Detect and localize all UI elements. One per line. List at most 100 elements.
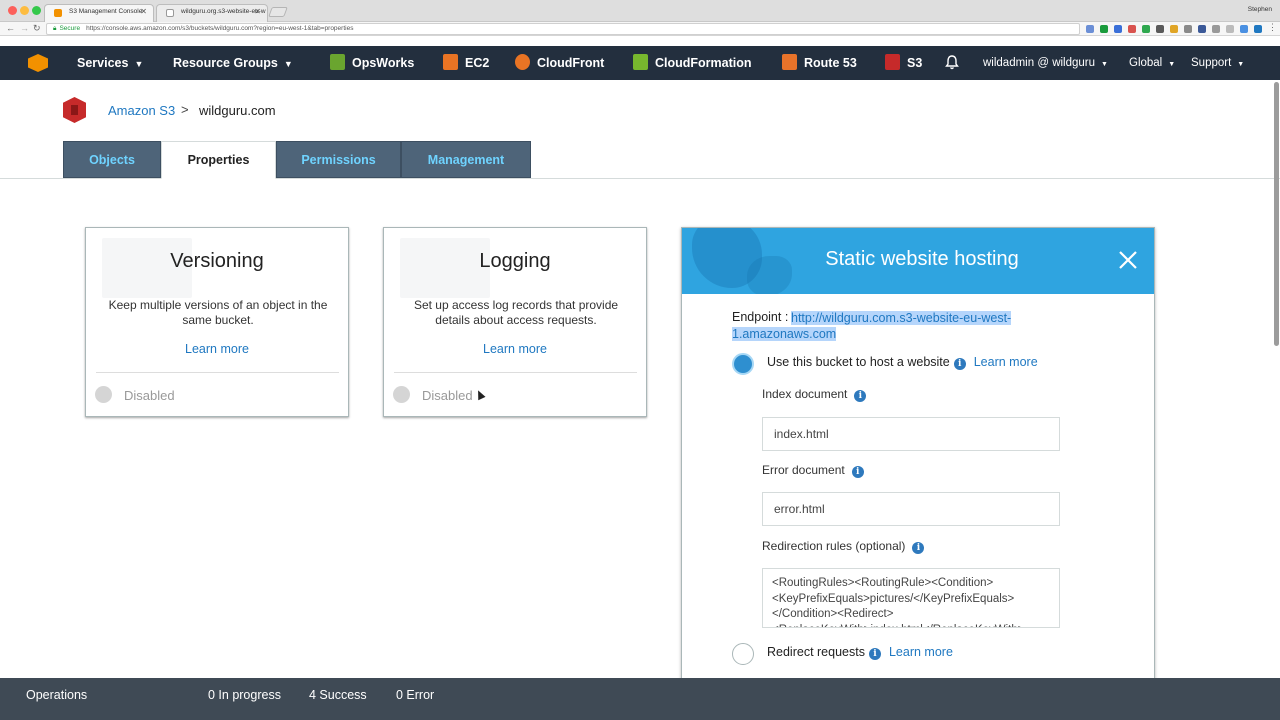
extension-icon[interactable] (1170, 25, 1178, 33)
aws-favicon-icon (54, 9, 62, 17)
logging-description: Set up access log records that provide d… (413, 298, 619, 327)
operations-in-progress: 0 In progress (208, 688, 281, 702)
ec2-shortcut[interactable]: EC2 (443, 46, 489, 80)
index-document-input[interactable] (762, 417, 1060, 451)
forward-arrow-icon[interactable]: → (20, 23, 29, 33)
extension-icon[interactable] (1142, 25, 1150, 33)
endpoint-link[interactable]: http://wildguru.com.s3-website-eu-west-1… (732, 310, 1032, 342)
bell-icon[interactable] (945, 55, 959, 70)
browser-menu-icon[interactable]: ⋮ (1268, 22, 1277, 33)
route53-shortcut[interactable]: Route 53 (782, 46, 857, 80)
logging-card[interactable]: Logging Set up access log records that p… (383, 227, 647, 417)
s3-shortcut[interactable]: S3 (885, 46, 922, 80)
status-dot-icon (95, 386, 112, 403)
tab-management[interactable]: Management (401, 141, 531, 178)
browser-tab-website[interactable]: wildguru.org.s3-website-eu-w ✕ (156, 4, 268, 22)
info-icon[interactable]: i (868, 648, 881, 660)
reload-icon[interactable]: ↻ (33, 23, 41, 34)
extension-icon[interactable] (1198, 25, 1206, 33)
versioning-learn-more-link[interactable]: Learn more (86, 342, 348, 356)
url-field[interactable]: 🔒︎ Secure https://console.aws.amazon.com/s… (46, 23, 1080, 35)
redirection-rules-textarea[interactable]: <RoutingRules><RoutingRule><Condition><K… (762, 568, 1060, 628)
opsworks-shortcut[interactable]: OpsWorks (330, 46, 414, 80)
browser-tab-bar: S3 Management Console ✕ wildguru.org.s3-… (0, 0, 1280, 22)
versioning-title: Versioning (170, 250, 264, 272)
close-window-button[interactable] (8, 6, 17, 15)
extension-icon[interactable] (1184, 25, 1192, 33)
breadcrumb-amazon-s3[interactable]: Amazon S3 (108, 103, 175, 118)
cloudfront-icon (515, 54, 530, 70)
support-menu[interactable]: Support ▼ (1191, 46, 1244, 80)
extension-icon[interactable] (1086, 25, 1094, 33)
versioning-description: Keep multiple versions of an object in t… (108, 298, 328, 327)
index-document-label: Index document i (762, 387, 867, 402)
page-scrollbar[interactable] (1274, 82, 1279, 346)
page-favicon-icon (166, 9, 174, 17)
opsworks-icon (330, 54, 345, 70)
extension-icon[interactable] (1212, 25, 1220, 33)
tab-permissions[interactable]: Permissions (276, 141, 401, 178)
extension-icon[interactable] (1128, 25, 1136, 33)
aws-logo-icon[interactable] (28, 54, 48, 72)
extension-icon[interactable] (1114, 25, 1122, 33)
tab-properties[interactable]: Properties (161, 141, 276, 179)
redirect-requests-radio[interactable] (732, 643, 754, 665)
info-icon[interactable]: i (912, 542, 925, 554)
operations-error: 0 Error (396, 688, 435, 702)
route53-icon (782, 54, 797, 70)
card-divider (96, 372, 339, 373)
browser-tab-s3-console[interactable]: S3 Management Console ✕ (44, 4, 154, 22)
services-menu[interactable]: Services ▼ (77, 46, 143, 80)
extension-icon[interactable] (1156, 25, 1164, 33)
extension-icon[interactable] (1240, 25, 1248, 33)
chevron-down-icon: ▼ (134, 59, 144, 69)
amazon-s3-logo-icon (63, 97, 86, 123)
lock-icon: 🔒︎ (53, 25, 57, 32)
redirect-learn-more-link[interactable]: Learn more (889, 645, 953, 659)
chevron-down-icon: ▼ (1237, 61, 1245, 68)
cloudformation-shortcut[interactable]: CloudFormation (633, 46, 752, 80)
ec2-icon (443, 54, 458, 70)
tab-objects[interactable]: Objects (63, 141, 161, 178)
s3-icon (885, 54, 900, 70)
account-menu[interactable]: wildadmin @ wildguru ▼ (983, 46, 1108, 80)
resource-groups-menu[interactable]: Resource Groups ▼ (173, 46, 293, 80)
error-document-label: Error document i (762, 463, 864, 478)
new-tab-button[interactable] (268, 7, 288, 17)
host-website-radio[interactable] (732, 353, 754, 375)
logging-status: Disabled (422, 388, 473, 403)
breadcrumb-separator: > (181, 102, 189, 117)
browser-address-bar: ← → ↻ 🔒︎ Secure https://console.aws.amazon… (0, 22, 1280, 36)
extension-icon[interactable] (1100, 25, 1108, 33)
close-icon[interactable] (1116, 248, 1140, 272)
host-learn-more-link[interactable]: Learn more (974, 355, 1038, 369)
browser-profile[interactable]: Stephen (1248, 6, 1272, 13)
operations-success: 4 Success (309, 688, 367, 702)
logging-learn-more-link[interactable]: Learn more (384, 342, 646, 356)
chevron-down-icon: ▼ (1168, 61, 1176, 68)
redirect-requests-option[interactable]: Redirect requests i Learn more (767, 645, 953, 660)
aws-top-nav: Services ▼ Resource Groups ▼ OpsWorks EC2 … (0, 46, 1280, 80)
info-icon[interactable]: i (854, 390, 867, 402)
back-arrow-icon[interactable]: ← (6, 23, 15, 33)
close-tab-icon[interactable]: ✕ (140, 7, 147, 16)
zoom-window-button[interactable] (32, 6, 41, 15)
minimize-window-button[interactable] (20, 6, 29, 15)
chevron-down-icon: ▼ (1101, 61, 1108, 68)
extension-icon[interactable] (1254, 25, 1262, 33)
versioning-status: Disabled (124, 388, 175, 403)
cloudformation-icon (633, 54, 648, 70)
panel-title: Static website hosting (825, 248, 1019, 270)
close-tab-icon[interactable]: ✕ (254, 7, 261, 16)
region-menu[interactable]: Global ▼ (1129, 46, 1175, 80)
extension-icon[interactable] (1226, 25, 1234, 33)
operations-bar[interactable]: Operations 0 In progress 4 Success 0 Err… (0, 678, 1280, 720)
status-dot-icon (393, 386, 410, 403)
error-document-input[interactable] (762, 492, 1060, 526)
info-icon[interactable]: i (851, 466, 864, 478)
host-website-option[interactable]: Use this bucket to host a website i Learn … (767, 355, 1038, 370)
panel-header: Static website hosting (682, 228, 1154, 294)
versioning-card[interactable]: Versioning Keep multiple versions of an … (85, 227, 349, 417)
info-icon[interactable]: i (953, 358, 966, 370)
cloudfront-shortcut[interactable]: CloudFront (515, 46, 604, 80)
